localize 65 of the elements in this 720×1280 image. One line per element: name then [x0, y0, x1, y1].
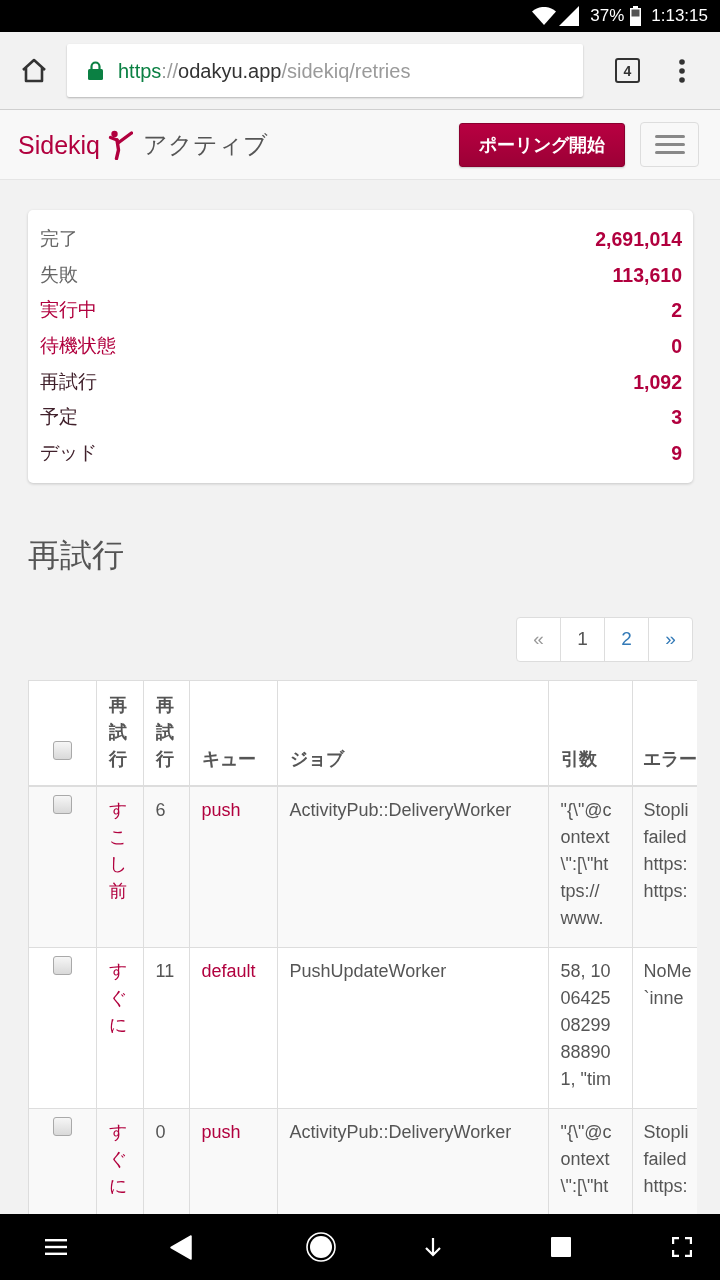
queue-link[interactable]: default [201, 960, 256, 981]
signal-icon [559, 6, 580, 26]
stat-value: 2,691,014 [595, 226, 682, 251]
stat-link[interactable]: 待機状態 [40, 333, 116, 358]
stat-value: 9 [671, 440, 682, 465]
stat-link[interactable]: 実行中 [40, 298, 97, 323]
arguments-text: "{\"@c ontext \":[\"ht [560, 1120, 612, 1198]
tab-switcher-button[interactable]: 4 [615, 58, 640, 83]
row-checkbox[interactable] [52, 1116, 72, 1136]
row-checkbox[interactable] [52, 795, 72, 815]
select-all-checkbox[interactable] [52, 741, 72, 761]
column-header: エラー [642, 748, 697, 772]
menu-button[interactable] [640, 122, 699, 167]
url-text: https://odakyu.app/sidekiq/retries [118, 58, 411, 83]
down-arrow-icon[interactable] [424, 1237, 442, 1257]
page-heading: 再試行 [28, 535, 124, 575]
fullscreen-icon[interactable] [672, 1237, 692, 1257]
back-icon[interactable] [170, 1234, 192, 1260]
start-polling-button[interactable]: ポーリング開始 [459, 122, 625, 167]
page-link[interactable]: 1 [560, 616, 605, 662]
page-link[interactable]: 2 [604, 616, 649, 662]
url-field[interactable]: https://odakyu.app/sidekiq/retries [67, 44, 583, 97]
stat-link[interactable]: デッド [40, 440, 97, 465]
battery-percent: 37% [590, 6, 625, 26]
circle-icon[interactable] [306, 1232, 336, 1262]
error-message-text: NoMe `inne [643, 959, 692, 1010]
job-name-text: ActivityPub::DeliveryWorker [289, 1120, 512, 1144]
job-name-text: PushUpdateWorker [289, 959, 447, 983]
retry-count-text: 0 [155, 1120, 166, 1144]
queue-link[interactable]: push [201, 800, 241, 821]
error-message-text: Stopli failed https: https: [643, 799, 689, 904]
status-label: アクティブ [143, 129, 268, 160]
column-header: 引数 [560, 748, 597, 772]
page-link[interactable]: » [648, 616, 693, 662]
job-name-text: ActivityPub::DeliveryWorker [289, 799, 512, 823]
brand-link[interactable]: Sidekiq [18, 129, 100, 160]
stat-link[interactable]: 予定 [40, 405, 78, 430]
arguments-text: "{\"@c ontext \":[\"ht tps:// www. [560, 799, 612, 931]
lock-icon [88, 61, 103, 80]
arguments-text: 58, 10 06425 08299 88890 1, "tim [560, 959, 611, 1091]
menu-icon [654, 135, 685, 154]
stat-value: 1,092 [633, 369, 682, 394]
home-icon[interactable] [21, 58, 47, 83]
stat-value: 113,610 [612, 262, 682, 287]
wifi-icon [532, 7, 557, 25]
column-header: 再試行 [108, 694, 127, 772]
stat-value: 3 [671, 405, 682, 430]
kicking-figure-icon [108, 129, 133, 160]
stat-value: 0 [671, 333, 682, 358]
stat-value: 2 [671, 298, 682, 323]
more-options-icon[interactable] [679, 58, 685, 83]
column-header: 再試行 [155, 694, 174, 772]
retry-count-text: 11 [155, 959, 175, 983]
row-checkbox[interactable] [52, 955, 72, 975]
queue-link[interactable]: push [201, 1121, 241, 1142]
clock-time: 1:13:15 [651, 6, 708, 26]
menu-icon[interactable] [45, 1239, 67, 1255]
retry-count-text: 6 [155, 799, 166, 823]
stat-link[interactable]: 再試行 [40, 369, 97, 394]
column-header: ジョブ [289, 748, 344, 772]
stat-label: 失敗 [40, 262, 78, 287]
column-header: キュー [201, 748, 256, 772]
error-message-text: Stopli failed https: [643, 1120, 689, 1198]
battery-icon [630, 6, 642, 26]
stat-label: 完了 [40, 226, 78, 251]
